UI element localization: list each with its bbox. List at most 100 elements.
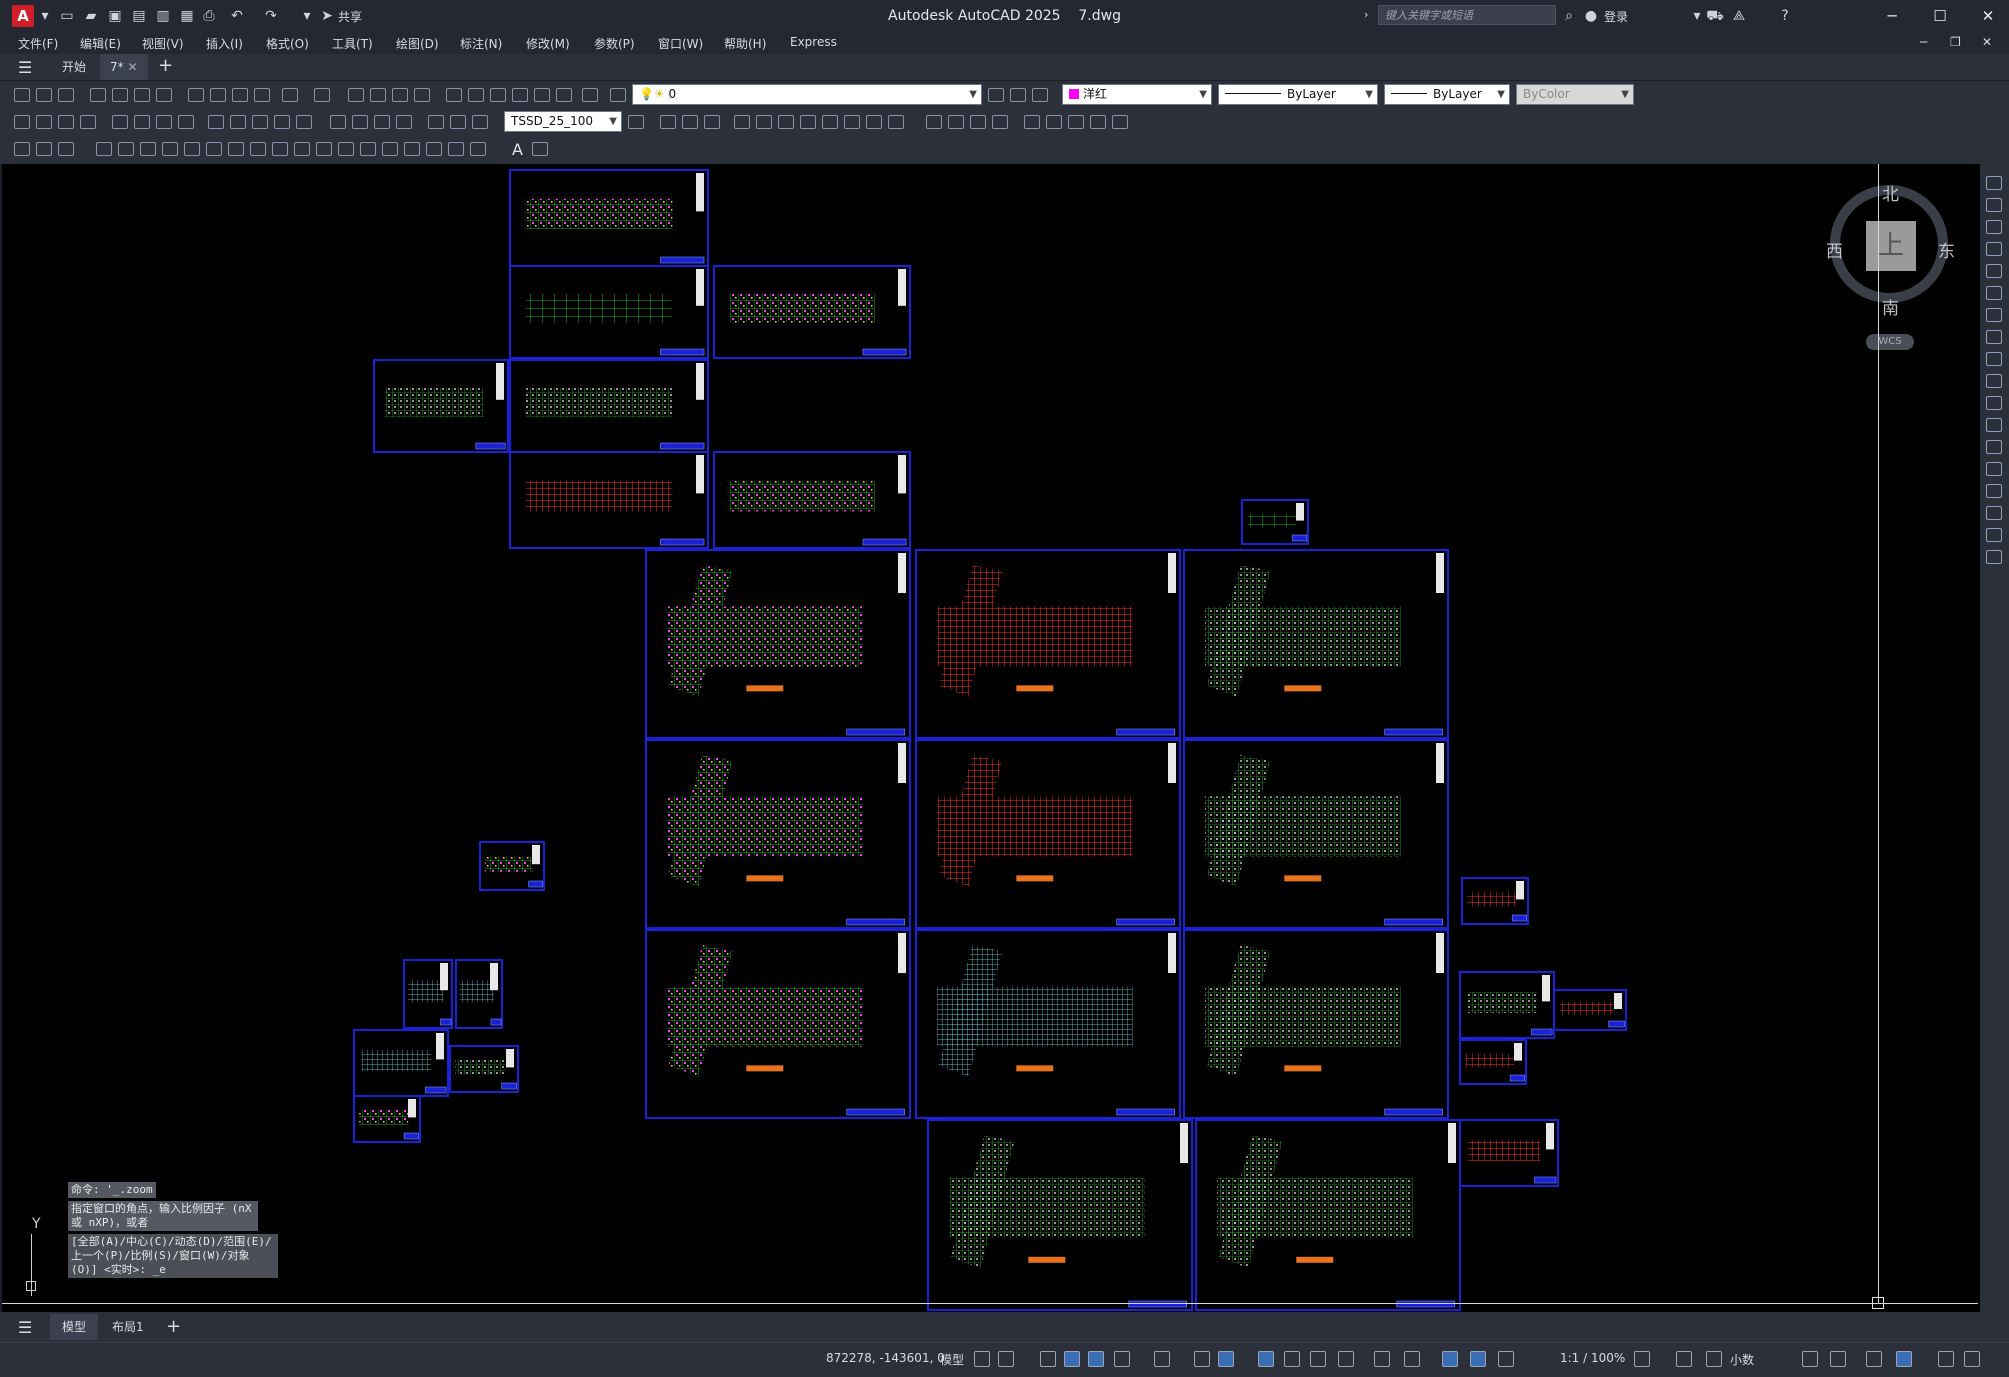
tool-palettes-icon[interactable] bbox=[490, 88, 506, 102]
menu-file[interactable]: 文件(F) bbox=[18, 35, 58, 52]
open-icon[interactable] bbox=[36, 88, 52, 102]
infer-constraints-icon[interactable] bbox=[1040, 1351, 1056, 1367]
view-icon-1[interactable] bbox=[1024, 115, 1040, 129]
menu-parameters[interactable]: 参数(P) bbox=[594, 35, 635, 52]
rectangle-icon[interactable] bbox=[184, 142, 200, 156]
render-icon-3[interactable] bbox=[970, 115, 986, 129]
matchprop-icon[interactable] bbox=[232, 88, 248, 102]
viewcube-north-label[interactable]: 北 bbox=[1882, 180, 1899, 205]
jogged-dim-icon[interactable] bbox=[134, 115, 150, 129]
polygon-icon[interactable] bbox=[162, 142, 178, 156]
menu-format[interactable]: 格式(O) bbox=[266, 35, 309, 52]
annotation-visibility-icon[interactable] bbox=[1470, 1351, 1486, 1367]
copy-icon[interactable] bbox=[188, 88, 204, 102]
color-dropdown[interactable]: 洋红 ▼ bbox=[1062, 84, 1212, 105]
line-icon[interactable] bbox=[96, 142, 112, 156]
user-icon[interactable]: ● bbox=[1582, 7, 1600, 25]
linear-dim-icon[interactable] bbox=[14, 115, 30, 129]
drawing-sheet[interactable] bbox=[1553, 989, 1627, 1031]
workspace-icon-2[interactable] bbox=[36, 142, 52, 156]
tab-drawing-7[interactable]: 7* ✕ bbox=[100, 54, 148, 80]
viewcube-west-label[interactable]: 西 bbox=[1826, 237, 1843, 262]
cart-icon[interactable]: ⛟ bbox=[1706, 7, 1724, 25]
add-layout-button[interactable]: + bbox=[166, 1316, 181, 1337]
menu-insert[interactable]: 插入(I) bbox=[206, 35, 243, 52]
array-icon[interactable] bbox=[1986, 264, 2002, 278]
join-icon[interactable] bbox=[1986, 462, 2002, 476]
revcloud-icon[interactable] bbox=[250, 142, 266, 156]
baseline-dim-icon[interactable] bbox=[230, 115, 246, 129]
menu-window[interactable]: 窗口(W) bbox=[658, 35, 703, 52]
drawing-sheet[interactable] bbox=[1183, 929, 1449, 1119]
drawing-sheet[interactable] bbox=[645, 549, 911, 739]
layer-properties-icon[interactable] bbox=[610, 88, 626, 102]
menu-dimension[interactable]: 标注(N) bbox=[460, 35, 502, 52]
ucs-menu-button[interactable]: WCS bbox=[1866, 334, 1914, 350]
gradient-icon[interactable] bbox=[426, 142, 442, 156]
dim-update-icon[interactable] bbox=[472, 115, 488, 129]
move-icon[interactable] bbox=[1986, 286, 2002, 300]
drawing-sheet[interactable] bbox=[1459, 1119, 1559, 1187]
explode-icon[interactable] bbox=[1986, 550, 2002, 564]
clean-screen-icon[interactable] bbox=[1938, 1351, 1954, 1367]
diameter-dim-icon[interactable] bbox=[156, 115, 172, 129]
zoom-previous-icon[interactable] bbox=[414, 88, 430, 102]
cut-icon[interactable] bbox=[156, 88, 172, 102]
mirror-icon[interactable] bbox=[1986, 220, 2002, 234]
menu-tools[interactable]: 工具(T) bbox=[332, 35, 373, 52]
isolate-objects-icon[interactable] bbox=[1866, 1351, 1882, 1367]
drawing-sheet[interactable] bbox=[509, 451, 709, 549]
units-dropdown[interactable]: 小数 bbox=[1730, 1351, 1754, 1368]
drawing-canvas[interactable]: 上 北 南 东 西 WCS Y 命令: '_.zoom 指定窗口的角点，输入比例… bbox=[2, 164, 1980, 1312]
menu-draw[interactable]: 绘图(D) bbox=[396, 35, 439, 52]
plot-icon-toolbar[interactable] bbox=[90, 88, 106, 102]
mtext-icon[interactable]: A bbox=[512, 140, 523, 159]
minimize-button[interactable]: ─ bbox=[1870, 4, 1914, 28]
drawing-sheet[interactable] bbox=[1241, 499, 1309, 545]
jogged-linear-icon[interactable] bbox=[396, 115, 412, 129]
ucs-icon-1[interactable] bbox=[660, 115, 676, 129]
region-icon[interactable] bbox=[448, 142, 464, 156]
undo-toolbar-icon[interactable] bbox=[282, 88, 298, 102]
drawing-sheet[interactable] bbox=[1195, 1119, 1461, 1311]
viewcube-east-label[interactable]: 东 bbox=[1938, 237, 1955, 262]
annotation-monitor-icon[interactable] bbox=[1676, 1351, 1692, 1367]
add-selected-icon[interactable] bbox=[532, 142, 548, 156]
ellipse-icon[interactable] bbox=[294, 142, 310, 156]
new-file-icon[interactable]: ▭ bbox=[58, 7, 76, 25]
angular-dim-icon[interactable] bbox=[178, 115, 194, 129]
dim-style-icon[interactable] bbox=[628, 115, 644, 129]
block-editor-icon[interactable] bbox=[254, 88, 270, 102]
polar-tracking-icon[interactable] bbox=[1114, 1351, 1130, 1367]
viewcube-south-label[interactable]: 南 bbox=[1882, 294, 1899, 319]
preview-icon[interactable] bbox=[112, 88, 128, 102]
drawing-sheet[interactable] bbox=[455, 959, 503, 1029]
share-button[interactable]: 共享 bbox=[338, 8, 362, 25]
lineweight-dropdown[interactable]: ByLayer ▼ bbox=[1384, 84, 1510, 105]
dim-edit-icon[interactable] bbox=[428, 115, 444, 129]
tab-layout1[interactable]: 布局1 bbox=[108, 1314, 148, 1340]
object-snap-tracking-icon[interactable] bbox=[1194, 1351, 1210, 1367]
maximize-button[interactable]: ☐ bbox=[1918, 4, 1962, 28]
account-chevron-icon[interactable]: ▾ bbox=[1688, 7, 1706, 25]
autodesk-account-icon[interactable]: ⟁ bbox=[1730, 7, 1748, 25]
menu-edit[interactable]: 编辑(E) bbox=[80, 35, 121, 52]
save-icon-toolbar[interactable] bbox=[58, 88, 74, 102]
app-menu-chevron-icon[interactable]: ▾ bbox=[36, 7, 54, 25]
transparency-icon[interactable] bbox=[1284, 1351, 1300, 1367]
workspace-icon-1[interactable] bbox=[14, 142, 30, 156]
layer-dropdown[interactable]: 💡☀ 0 ▼ bbox=[632, 84, 982, 105]
properties-icon[interactable] bbox=[446, 88, 462, 102]
quick-properties-icon[interactable] bbox=[1802, 1351, 1818, 1367]
pan-icon[interactable] bbox=[348, 88, 364, 102]
drawing-sheet[interactable] bbox=[713, 451, 911, 549]
zoom-window-icon[interactable] bbox=[392, 88, 408, 102]
ordinate-dim-icon[interactable] bbox=[80, 115, 96, 129]
ucs-icon-6[interactable] bbox=[778, 115, 794, 129]
drawing-sheet[interactable] bbox=[449, 1045, 519, 1093]
ucs-icon-2[interactable] bbox=[682, 115, 698, 129]
plot-icon[interactable]: ▦ bbox=[178, 7, 196, 25]
autocad-logo-icon[interactable]: A bbox=[12, 5, 34, 27]
calculator-icon[interactable] bbox=[556, 88, 572, 102]
continue-dim-icon[interactable] bbox=[252, 115, 268, 129]
